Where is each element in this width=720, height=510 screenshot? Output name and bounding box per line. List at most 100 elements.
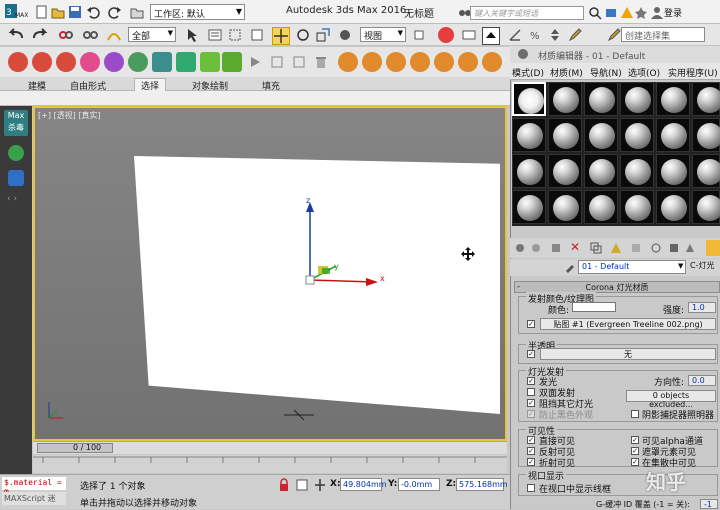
sample-slot[interactable] bbox=[656, 82, 690, 116]
login-link[interactable]: 登录 bbox=[664, 6, 682, 19]
rendered-frame-icon[interactable] bbox=[362, 52, 382, 72]
material-name-field[interactable]: 01 - Default bbox=[578, 260, 686, 274]
alpha-visible-checkbox[interactable]: ✓ bbox=[631, 436, 639, 444]
transform-type-in-icon[interactable] bbox=[314, 478, 326, 495]
max-antivirus-button[interactable]: Max 杀毒 bbox=[4, 110, 28, 136]
plugin-icon-8[interactable] bbox=[176, 52, 196, 72]
link-icon[interactable] bbox=[58, 28, 73, 42]
render-production-icon[interactable] bbox=[386, 52, 406, 72]
capture-icon[interactable] bbox=[292, 55, 306, 69]
menu-utilities[interactable]: 实用程序(U) bbox=[668, 66, 718, 79]
plugin-icon-2[interactable] bbox=[32, 52, 52, 72]
sample-slot[interactable] bbox=[656, 118, 690, 152]
bind-spacewarp-icon[interactable] bbox=[106, 28, 121, 42]
save-icon[interactable] bbox=[68, 5, 82, 19]
project-folder-icon[interactable] bbox=[130, 5, 144, 19]
show-wireframe-checkbox[interactable] bbox=[527, 484, 535, 492]
corona-interactive-icon[interactable] bbox=[482, 52, 502, 72]
collapse-arrows-icon[interactable]: ‹ › bbox=[7, 194, 17, 204]
sample-slot[interactable] bbox=[620, 118, 654, 152]
track-bar[interactable] bbox=[33, 455, 507, 473]
plugin-icon-5[interactable] bbox=[104, 52, 124, 72]
search-input[interactable]: 键入关键字或短语 bbox=[470, 6, 584, 20]
trash-icon[interactable] bbox=[314, 55, 328, 69]
search-icon[interactable] bbox=[588, 6, 602, 20]
sample-slot[interactable] bbox=[512, 190, 546, 224]
reflect-visible-checkbox[interactable]: ✓ bbox=[527, 447, 535, 455]
sample-slot[interactable] bbox=[692, 82, 720, 116]
plugin-icon-7[interactable] bbox=[152, 52, 172, 72]
corona-render-icon[interactable] bbox=[458, 52, 478, 72]
material-type-button[interactable]: C-灯光 bbox=[690, 260, 714, 271]
sample-slot[interactable] bbox=[692, 190, 720, 224]
maxscript-listener-label[interactable]: MAXScript 迷 bbox=[2, 492, 66, 505]
plugin-icon-10[interactable] bbox=[222, 52, 242, 72]
tab-selection[interactable]: 选择 bbox=[134, 78, 167, 92]
pencil-icon[interactable] bbox=[607, 28, 621, 42]
sample-slot[interactable] bbox=[692, 118, 720, 152]
y-coord-field[interactable]: -0.0mm bbox=[398, 478, 440, 491]
move-icon[interactable] bbox=[272, 27, 290, 45]
select-manipulate-icon[interactable] bbox=[438, 27, 454, 43]
placement-icon[interactable] bbox=[338, 28, 352, 42]
refract-visible-checkbox[interactable]: ✓ bbox=[527, 458, 535, 466]
sample-slot[interactable] bbox=[620, 190, 654, 224]
put-to-scene-icon[interactable] bbox=[530, 242, 542, 254]
edit-named-selection-icon[interactable] bbox=[568, 28, 582, 42]
undo-icon[interactable] bbox=[86, 5, 100, 19]
percent-snap-icon[interactable]: % bbox=[528, 28, 542, 42]
play-icon[interactable] bbox=[248, 55, 262, 69]
put-to-library-icon[interactable] bbox=[630, 242, 642, 254]
plugin-icon-4[interactable] bbox=[80, 52, 100, 72]
make-unique-icon[interactable] bbox=[610, 242, 622, 254]
sample-slot[interactable] bbox=[548, 118, 582, 152]
lock-selection-icon[interactable] bbox=[278, 478, 290, 495]
subscription-icon[interactable] bbox=[604, 6, 618, 20]
user-icon[interactable] bbox=[650, 6, 664, 20]
opacity-checkbox[interactable]: ✓ bbox=[527, 350, 535, 358]
selection-filter-dropdown[interactable]: 全部 ▼ bbox=[128, 27, 176, 42]
sample-slot[interactable] bbox=[548, 82, 582, 116]
redo-arrow-icon[interactable] bbox=[32, 28, 48, 42]
sample-slot[interactable] bbox=[584, 82, 618, 116]
keyboard-shortcut-icon[interactable] bbox=[462, 28, 476, 42]
emission-color-swatch[interactable] bbox=[572, 302, 616, 312]
sample-slot[interactable] bbox=[584, 118, 618, 152]
chevron-down-icon[interactable]: ▼ bbox=[678, 262, 683, 270]
sample-slot[interactable] bbox=[512, 154, 546, 188]
redo-icon[interactable] bbox=[108, 5, 122, 19]
occlude-other-lights-checkbox[interactable]: ✓ bbox=[527, 399, 535, 407]
rect-selection-icon[interactable] bbox=[228, 28, 242, 42]
z-coord-field[interactable]: 575.168mm bbox=[456, 478, 508, 491]
menu-navigation[interactable]: 导航(N) bbox=[590, 66, 622, 79]
workspace-dropdown[interactable]: 工作区: 默认 ▼ bbox=[150, 4, 245, 20]
emit-light-checkbox[interactable]: ✓ bbox=[527, 377, 535, 385]
two-sided-checkbox[interactable] bbox=[527, 388, 535, 396]
shadow-catcher-checkbox[interactable] bbox=[631, 410, 639, 418]
undo-arrow-icon[interactable] bbox=[8, 28, 23, 42]
copy-material-icon[interactable] bbox=[590, 242, 602, 254]
open-file-icon[interactable] bbox=[51, 5, 65, 19]
menu-material[interactable]: 材质(M) bbox=[550, 66, 583, 79]
new-file-icon[interactable] bbox=[34, 5, 48, 19]
sample-slot[interactable] bbox=[656, 190, 690, 224]
sample-slot[interactable] bbox=[620, 82, 654, 116]
sample-slot[interactable] bbox=[548, 190, 582, 224]
render-setup-icon[interactable] bbox=[338, 52, 358, 72]
in-masks-visible-checkbox[interactable]: ✓ bbox=[631, 458, 639, 466]
communication-icon[interactable] bbox=[620, 6, 634, 20]
favorites-icon[interactable] bbox=[634, 6, 648, 20]
spinner-snap-icon[interactable] bbox=[548, 28, 562, 42]
direct-visible-checkbox[interactable]: ✓ bbox=[527, 436, 535, 444]
menu-options[interactable]: 选项(O) bbox=[628, 66, 660, 79]
pivot-center-icon[interactable] bbox=[412, 28, 426, 42]
sample-slot[interactable] bbox=[656, 154, 690, 188]
select-object-icon[interactable] bbox=[186, 28, 200, 42]
plugin-icon-9[interactable] bbox=[200, 52, 220, 72]
reference-coordinate-dropdown[interactable]: 视图 ▼ bbox=[360, 27, 406, 42]
render-activeshade-icon[interactable] bbox=[434, 52, 454, 72]
plugin-icon-1[interactable] bbox=[8, 52, 28, 72]
directionality-field[interactable]: 0.0 bbox=[688, 375, 716, 386]
frame-icon[interactable] bbox=[270, 55, 284, 69]
material-id-icon[interactable] bbox=[650, 242, 662, 254]
